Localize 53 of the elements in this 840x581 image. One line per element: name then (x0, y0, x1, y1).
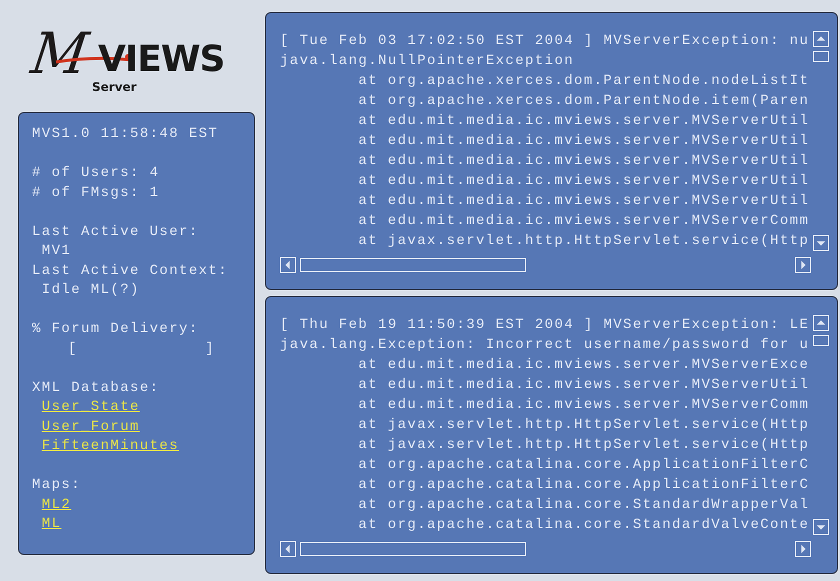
stack-trace-line: at org.apache.catalina.core.StandardValveConte (357, 516, 810, 535)
scroll-down-button[interactable] (813, 519, 829, 535)
stack-trace-line: at edu.mit.media.ic.mviews.server.MVServerComm (357, 396, 810, 415)
scroll-left-button[interactable] (280, 541, 296, 557)
status-label: Maps: (32, 476, 82, 495)
scrollbar-thumb[interactable] (300, 258, 526, 272)
stack-trace-line: at edu.mit.media.ic.mviews.server.MVServerComm (357, 212, 810, 231)
scroll-right-button[interactable] (795, 541, 811, 557)
stack-trace-line: at javax.servlet.http.HttpServlet.service(Http (357, 232, 810, 251)
scroll-left-button[interactable] (280, 257, 296, 273)
database-link[interactable]: ML2 (32, 496, 72, 515)
logo-subtitle: Server (92, 80, 137, 94)
status-label: Last Active Context: (32, 262, 228, 280)
database-link[interactable]: User_State (32, 398, 140, 418)
status-label: # of FMsgs: 1 (32, 184, 160, 202)
exception-message: java.lang.Exception: Incorrect username/password for u (280, 336, 810, 355)
status-label: # of Users: 4 (32, 164, 160, 183)
scrollbar-thumb[interactable] (813, 335, 829, 346)
delivery-progress-text: [ ] (67, 340, 216, 358)
stack-trace-line: at edu.mit.media.ic.mviews.server.MVServerUtil (357, 132, 810, 151)
status-value: Idle ML(?) (40, 281, 140, 300)
database-link[interactable]: FifteenMinutes (32, 437, 180, 456)
stack-trace-line: at edu.mit.media.ic.mviews.server.MVServerUtil (357, 192, 810, 211)
status-label: MVS1.0 11:58:48 EST (32, 125, 218, 144)
log-entry-header: [ Tue Feb 03 17:02:50 EST 2004 ] MVServerException: nu (280, 32, 810, 51)
logo-mark: M (28, 22, 92, 86)
exception-message: java.lang.NullPointerException (280, 52, 574, 71)
stack-trace-line: at edu.mit.media.ic.mviews.server.MVServerUtil (357, 152, 810, 171)
stack-trace-line: at edu.mit.media.ic.mviews.server.MVServerUtil (357, 112, 810, 131)
status-label: Last Active User: (32, 222, 199, 242)
stack-trace-line: at org.apache.xerces.dom.ParentNode.nodeListIt (357, 72, 810, 91)
logo-name: VIEWS (98, 40, 224, 80)
stack-trace-line: at org.apache.catalina.core.ApplicationFilterC (357, 456, 810, 475)
database-link[interactable]: User_Forum (32, 418, 140, 437)
scroll-down-button[interactable] (813, 235, 829, 251)
scroll-up-button[interactable] (813, 315, 829, 331)
status-value: MV1 (40, 242, 72, 261)
stack-trace-line: at org.apache.catalina.core.ApplicationFilterC (357, 476, 810, 495)
scroll-right-button[interactable] (795, 257, 811, 273)
stack-trace-line: at javax.servlet.http.HttpServlet.service(Http (357, 436, 810, 455)
scrollbar-thumb[interactable] (813, 51, 829, 62)
stack-trace-line: at edu.mit.media.ic.mviews.server.MVServerUtil (357, 376, 810, 395)
log-entry-header: [ Thu Feb 19 11:50:39 EST 2004 ] MVServerException: LE (280, 316, 810, 335)
database-link[interactable]: ML (32, 515, 62, 534)
scrollbar-thumb[interactable] (300, 542, 526, 556)
stack-trace-line: at edu.mit.media.ic.mviews.server.MVServerExce (357, 356, 810, 375)
stack-trace-line: at edu.mit.media.ic.mviews.server.MVServerUtil (357, 172, 810, 191)
scroll-up-button[interactable] (813, 31, 829, 47)
stack-trace-line: at javax.servlet.http.HttpServlet.service(Http (357, 416, 810, 435)
stack-trace-line: at org.apache.catalina.core.StandardWrapperVal (357, 496, 810, 515)
stack-trace-line: at org.apache.xerces.dom.ParentNode.item(Paren (357, 92, 810, 111)
status-label: XML Database: (32, 378, 160, 398)
status-label: % Forum Delivery: (32, 320, 199, 339)
